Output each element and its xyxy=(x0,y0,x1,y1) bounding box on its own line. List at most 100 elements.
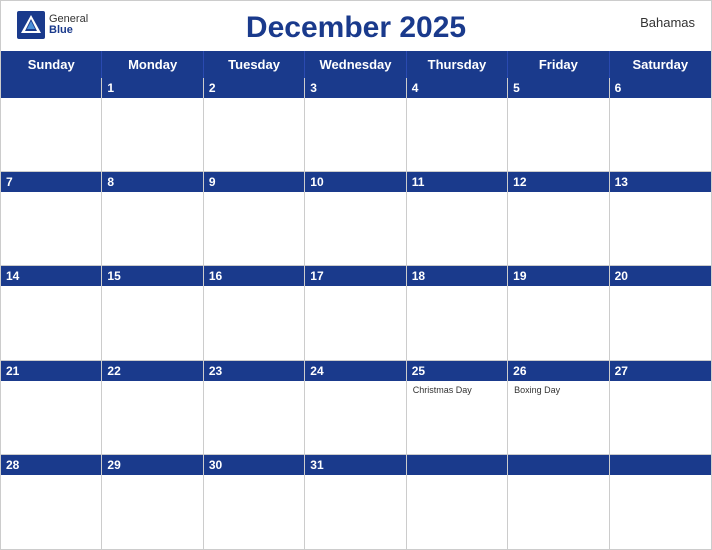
week-row-1: 123456 xyxy=(1,78,711,172)
calendar-cell: 16 xyxy=(204,266,305,360)
logo-icon xyxy=(17,11,45,39)
cell-body xyxy=(1,381,101,454)
cell-date-number: 4 xyxy=(412,81,419,95)
header-tuesday: Tuesday xyxy=(204,51,305,78)
calendar-cell: 8 xyxy=(102,172,203,266)
calendar-cell: 11 xyxy=(407,172,508,266)
cell-body: Boxing Day xyxy=(508,381,608,454)
month-title: December 2025 xyxy=(246,11,466,45)
cell-date-header: 22 xyxy=(102,361,202,381)
cell-date-header: 27 xyxy=(610,361,711,381)
cell-date-header: 7 xyxy=(1,172,101,192)
cell-body xyxy=(204,475,304,549)
cell-date-header: 3 xyxy=(305,78,405,98)
cell-date-number: 30 xyxy=(209,458,222,472)
cell-date-number: 31 xyxy=(310,458,323,472)
header-wednesday: Wednesday xyxy=(305,51,406,78)
cell-date-number: 22 xyxy=(107,364,120,378)
cell-date-header: 26 xyxy=(508,361,608,381)
cell-date-number: 29 xyxy=(107,458,120,472)
cell-date-number: 26 xyxy=(513,364,526,378)
cell-date-number: 27 xyxy=(615,364,628,378)
cell-date-header xyxy=(1,78,101,98)
cell-date-number: 3 xyxy=(310,81,317,95)
holiday-label: Boxing Day xyxy=(511,383,605,397)
cell-date-number: 19 xyxy=(513,269,526,283)
cell-body xyxy=(508,98,608,171)
calendar-cell: 30 xyxy=(204,455,305,549)
cell-date-header: 5 xyxy=(508,78,608,98)
cell-date-header: 29 xyxy=(102,455,202,475)
calendar-cell: 12 xyxy=(508,172,609,266)
cell-date-number: 16 xyxy=(209,269,222,283)
calendar-cell: 22 xyxy=(102,361,203,455)
cell-body xyxy=(407,475,507,549)
calendar-cell: 10 xyxy=(305,172,406,266)
week-row-4: 2122232425Christmas Day26Boxing Day27 xyxy=(1,361,711,455)
header-sunday: Sunday xyxy=(1,51,102,78)
cell-body xyxy=(204,381,304,454)
cell-date-header: 12 xyxy=(508,172,608,192)
cell-body xyxy=(305,286,405,359)
cell-body xyxy=(508,475,608,549)
cell-body xyxy=(102,286,202,359)
calendar-cell xyxy=(407,455,508,549)
cell-body: Christmas Day xyxy=(407,381,507,454)
cell-date-header: 30 xyxy=(204,455,304,475)
cell-date-header: 11 xyxy=(407,172,507,192)
cell-date-number: 11 xyxy=(412,175,425,189)
cell-date-header: 4 xyxy=(407,78,507,98)
cell-body xyxy=(305,381,405,454)
calendar-cell: 17 xyxy=(305,266,406,360)
week-row-2: 7 8910 11 12 13 xyxy=(1,172,711,266)
calendar-cell: 26 Boxing Day xyxy=(508,361,609,455)
cell-body xyxy=(102,475,202,549)
header-friday: Friday xyxy=(508,51,609,78)
cell-body xyxy=(1,286,101,359)
cell-body xyxy=(407,98,507,171)
cell-body xyxy=(610,192,711,265)
calendar-cell: 18 xyxy=(407,266,508,360)
calendar-cell: 7 xyxy=(1,172,102,266)
calendar-cell: 25Christmas Day xyxy=(407,361,508,455)
cell-body xyxy=(305,475,405,549)
cell-date-header: 6 xyxy=(610,78,711,98)
calendar-cell: 4 xyxy=(407,78,508,172)
cell-date-number: 2 xyxy=(209,81,216,95)
cell-body xyxy=(508,192,608,265)
cell-date-number: 14 xyxy=(6,269,19,283)
cell-date-number: 18 xyxy=(412,269,425,283)
cell-date-header: 1 xyxy=(102,78,202,98)
calendar-cell: 19 xyxy=(508,266,609,360)
cell-body xyxy=(102,381,202,454)
calendar-container: General Blue December 2025 Bahamas Sunda… xyxy=(0,0,712,550)
cell-date-header xyxy=(407,455,507,475)
calendar-cell: 28 xyxy=(1,455,102,549)
header-thursday: Thursday xyxy=(407,51,508,78)
cell-body xyxy=(610,98,711,171)
cell-date-header: 13 xyxy=(610,172,711,192)
cell-body xyxy=(610,381,711,454)
cell-date-header xyxy=(610,455,711,475)
calendar-cell: 14 xyxy=(1,266,102,360)
calendar-cell: 13 xyxy=(610,172,711,266)
calendar-cell xyxy=(1,78,102,172)
cell-date-number: 12 xyxy=(513,175,526,189)
cell-date-number: 7 xyxy=(6,175,13,189)
cell-body xyxy=(610,286,711,359)
logo-text: General Blue xyxy=(49,14,88,36)
country-label: Bahamas xyxy=(640,15,695,30)
header-monday: Monday xyxy=(102,51,203,78)
cell-body xyxy=(508,286,608,359)
calendar-cell: 9 xyxy=(204,172,305,266)
cell-body xyxy=(1,192,101,265)
calendar-cell: 15 xyxy=(102,266,203,360)
cell-date-number: 6 xyxy=(615,81,622,95)
calendar-cell: 1 xyxy=(102,78,203,172)
day-headers: Sunday Monday Tuesday Wednesday Thursday… xyxy=(1,51,711,78)
cell-date-header: 19 xyxy=(508,266,608,286)
cell-date-header xyxy=(508,455,608,475)
cell-body xyxy=(407,192,507,265)
logo: General Blue xyxy=(17,11,88,39)
cell-date-number: 17 xyxy=(310,269,323,283)
